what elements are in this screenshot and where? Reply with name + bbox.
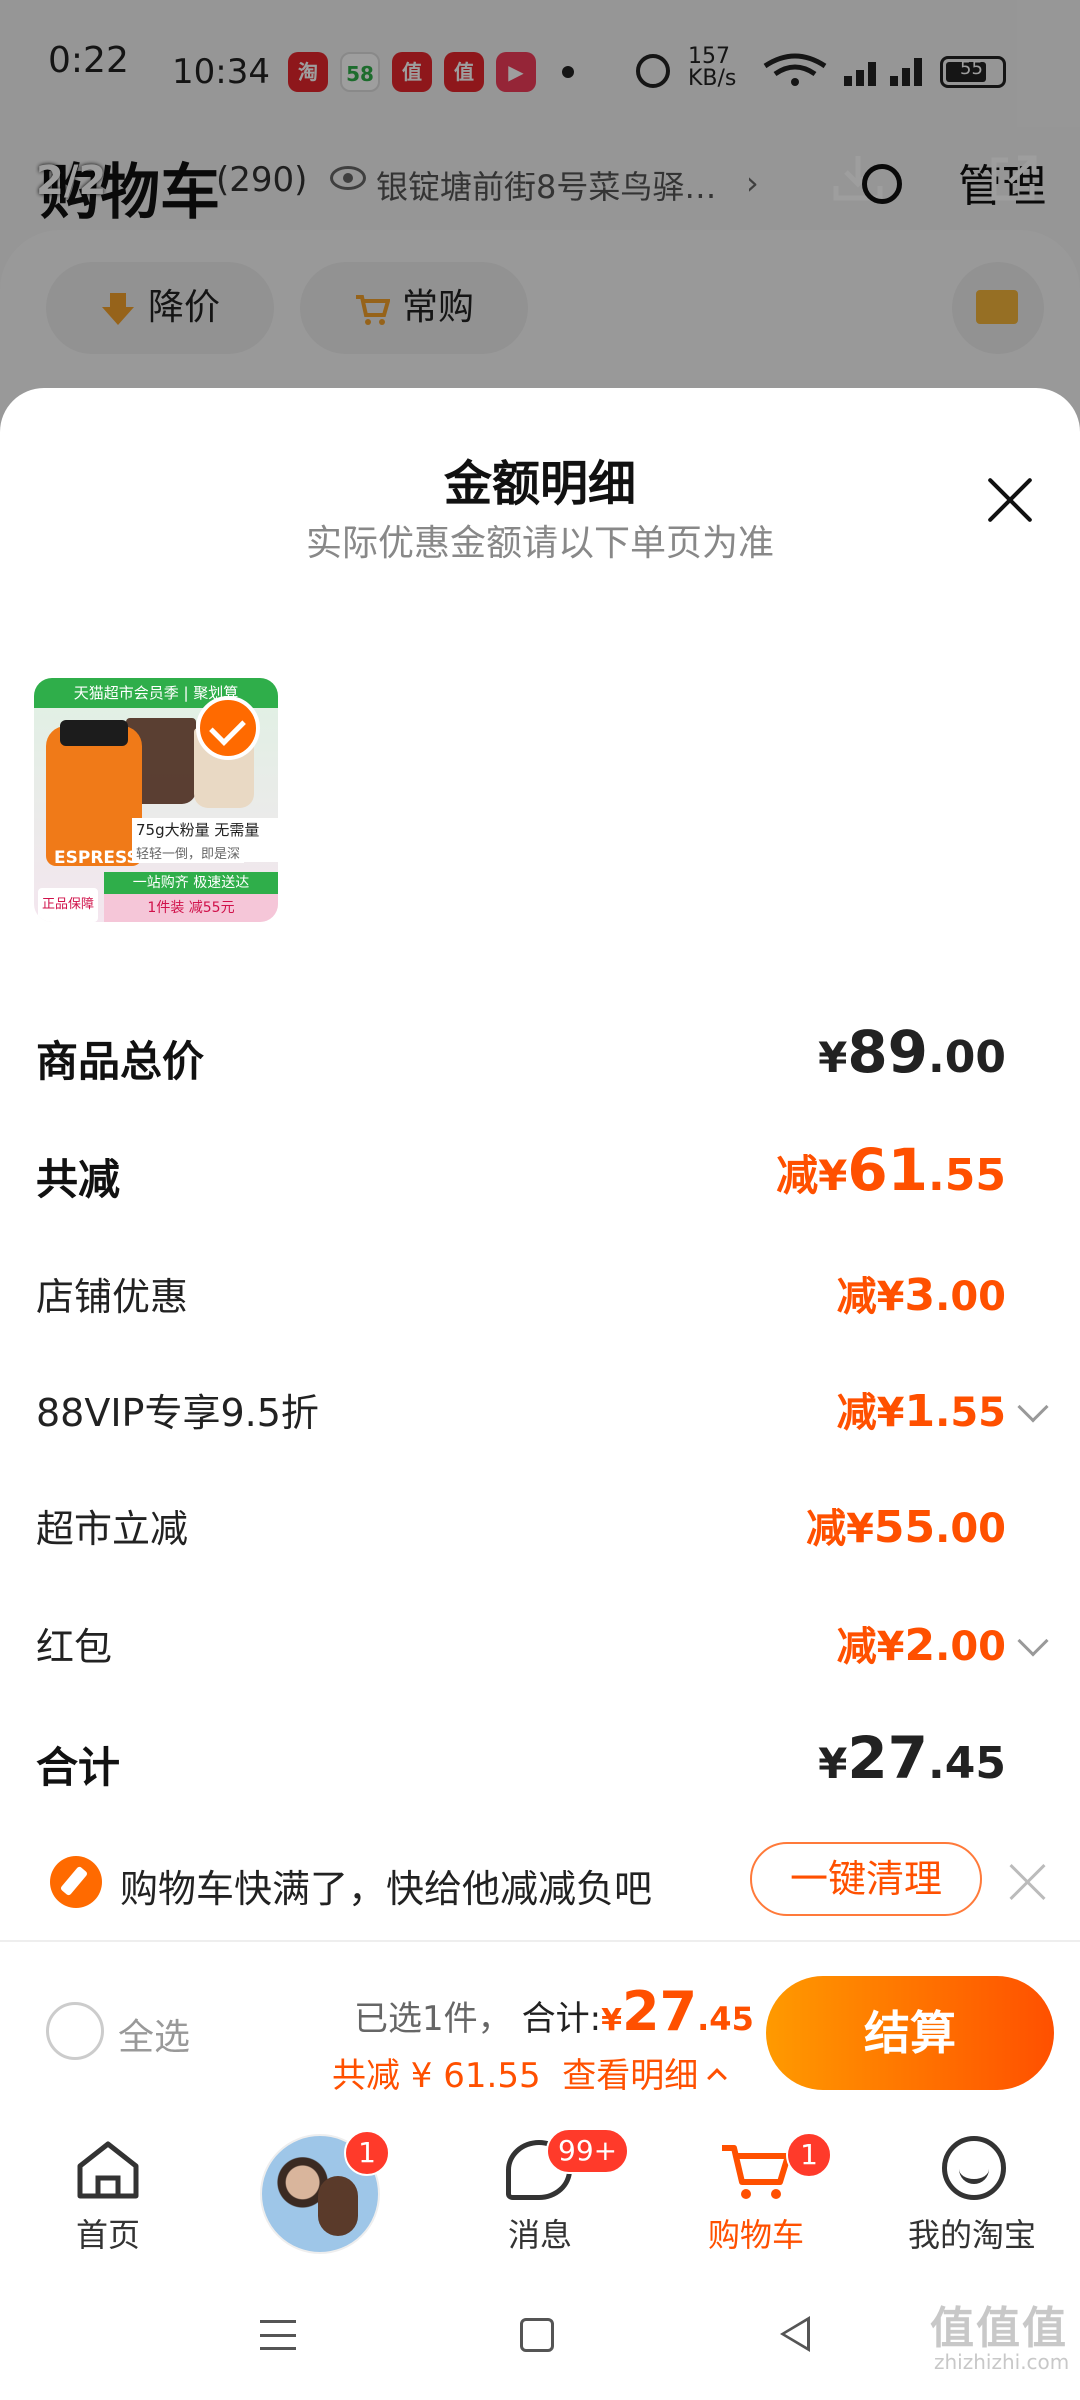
cart-badge: 1 [786,2132,832,2178]
tab-my-taobao[interactable]: 我的淘宝 [864,2124,1080,2274]
thumb-strip: 一站购齐 极速送达 [104,872,278,894]
view-detail-link[interactable]: 共减 ¥ 61.55 查看明细 [332,2048,728,2097]
smile-icon [942,2136,1006,2200]
authentic-badge: 正品保障 [38,888,98,922]
chevron-down-icon[interactable] [1017,1625,1049,1657]
tab-avatar[interactable]: 1 [216,2124,432,2274]
tab-cart[interactable]: 1 购物车 [648,2124,864,2274]
selection-summary: 已选1件， 合计:¥27.45 [354,1980,754,2043]
coffee-jar-image: ESPRESS [46,726,142,868]
amount-value: 减¥2.00 [836,1620,1006,1671]
message-badge: 99+ [546,2128,630,2174]
amount-value: ¥27.45 [818,1724,1006,1792]
tip-text: 购物车快满了，快给他减减负吧 [120,1867,653,1911]
checkout-bar: 全选 已选1件， 合计:¥27.45 共减 ¥ 61.55 查看明细 结算 [0,1940,1080,2124]
thumb-tag: 轻轻一倒，即是深 [132,842,245,863]
amount-value: 减¥61.55 [776,1136,1006,1204]
close-tip-icon[interactable] [1008,1862,1048,1902]
line-goods-total: 商品总价 ¥89.00 [36,1018,1006,1086]
notification-badge: 1 [344,2130,390,2176]
thumb-discount: 1件装 减55元 [104,894,278,922]
selected-check-icon[interactable] [196,696,260,760]
home-icon [77,2141,139,2199]
product-thumbnail[interactable]: 天猫超市会员季 | 聚划算 ESPRESS 75g大粉量 无需量勺 轻轻一倒，即… [34,678,278,922]
watermark-logo: 值值值 [930,2303,1068,2354]
line-shop-discount: 店铺优惠 减¥3.00 [36,1256,1046,1336]
modal-overlay[interactable] [0,0,1080,420]
cart-full-tip: 购物车快满了，快给他减减负吧 一键清理 [0,1828,1080,1940]
amount-value: 减¥55.00 [806,1502,1006,1553]
amount-detail-sheet: 金额明细 实际优惠金额请以下单页为准 天猫超市会员季 | 聚划算 ESPRESS… [0,388,1080,1940]
jar-lid [60,720,128,746]
line-grand-total: 合计 ¥27.45 [36,1724,1006,1792]
one-click-clean-button[interactable]: 一键清理 [750,1842,982,1916]
back-icon[interactable] [780,2316,810,2352]
cart-icon [722,2145,791,2199]
select-all-checkbox[interactable] [46,2002,104,2060]
select-all-label[interactable]: 全选 [118,2008,190,2060]
tab-messages[interactable]: 99+ 消息 [432,2124,648,2274]
close-button[interactable] [980,472,1040,532]
sheet-subtitle: 实际优惠金额请以下单页为准 [305,523,774,564]
menu-icon[interactable] [260,2320,296,2350]
line-red-packet[interactable]: 红包 减¥2.00 [36,1606,1049,1686]
line-vip-discount[interactable]: 88VIP专享9.5折 减¥1.55 [36,1372,1049,1452]
sheet-title: 金额明细 [443,456,636,512]
chevron-up-icon [707,2067,728,2088]
tab-home[interactable]: 首页 [0,2124,216,2274]
home-square-icon[interactable] [520,2318,554,2352]
line-supermarket-discount: 超市立减 减¥55.00 [36,1488,1046,1568]
amount-value: 减¥1.55 [836,1386,1006,1437]
broom-icon [50,1856,102,1908]
line-total-discount: 共减 减¥61.55 [36,1136,1006,1204]
bottom-tab-bar: 首页 1 99+ 消息 1 购物车 我的淘宝 [0,2124,1080,2274]
amount-value: ¥89.00 [818,1018,1006,1086]
system-nav-bar [0,2274,1080,2400]
chevron-down-icon[interactable] [1017,1391,1049,1423]
amount-value: 减¥3.00 [836,1270,1006,1321]
checkout-button[interactable]: 结算 [766,1976,1054,2090]
watermark-site: zhizhizhi.com [934,2350,1070,2374]
